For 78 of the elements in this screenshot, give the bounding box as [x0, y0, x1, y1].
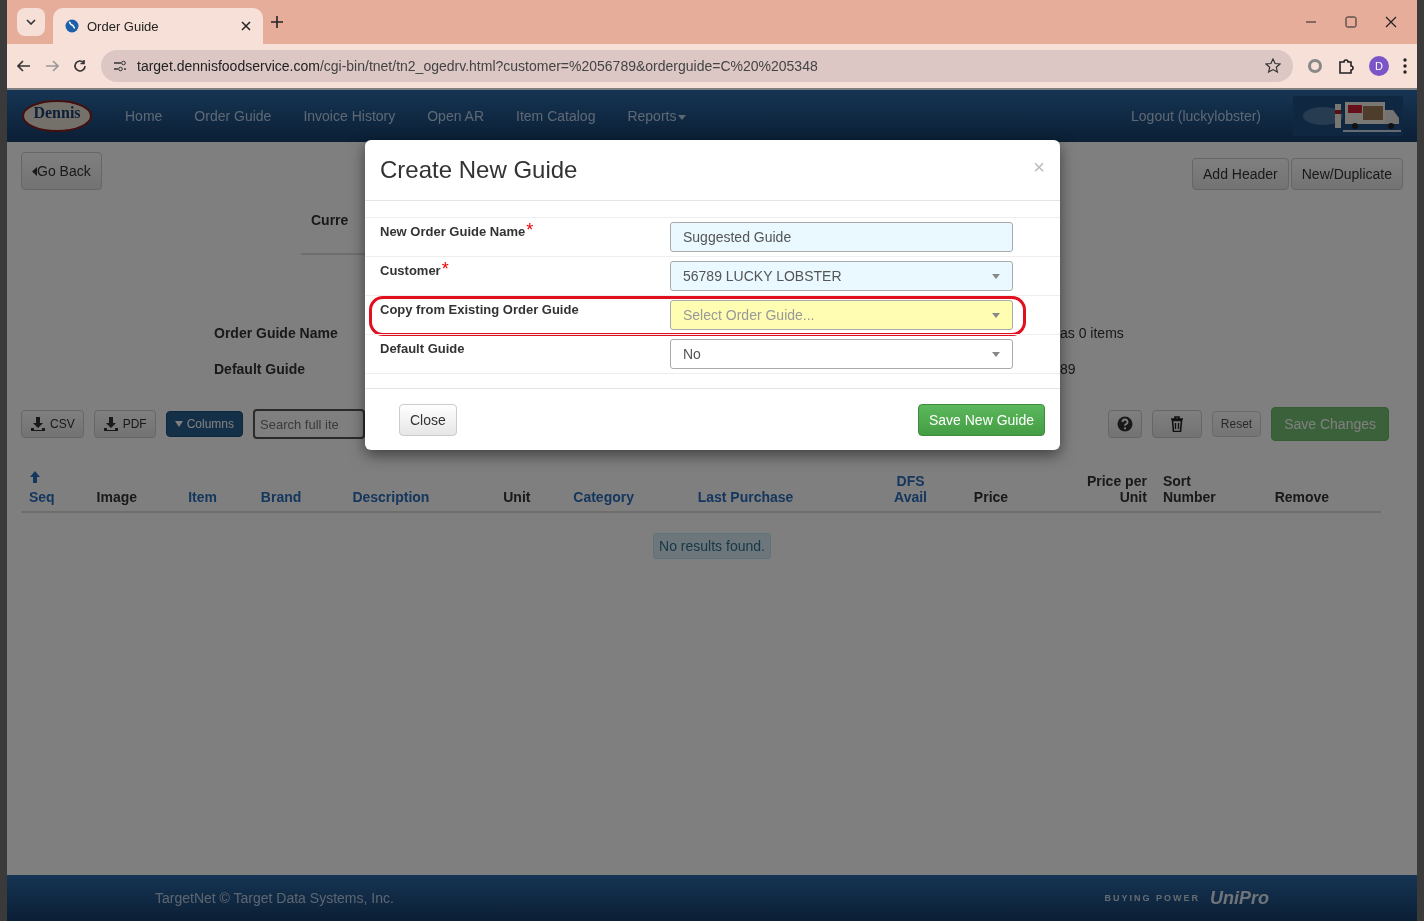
field-label: Default Guide — [380, 341, 465, 356]
new-tab-icon[interactable] — [271, 16, 283, 28]
caret-icon — [174, 421, 183, 427]
header-button[interactable]: Add Header — [1192, 158, 1289, 190]
partner-logo: UniPro — [1210, 887, 1269, 909]
required-mark: * — [526, 224, 534, 236]
maximize-icon[interactable] — [1345, 16, 1357, 28]
dennis-logo[interactable]: Dennis — [21, 99, 93, 133]
close-button[interactable]: × — [1033, 156, 1045, 179]
download-icon — [30, 416, 46, 432]
columns-button[interactable]: Columns — [165, 411, 244, 437]
trash-icon — [1168, 416, 1185, 432]
field-label: Order Guide Name — [214, 325, 339, 341]
column-header[interactable]: DFS Avail — [894, 473, 927, 505]
field-label: New Order Guide Name — [380, 224, 526, 239]
site-settings-icon — [113, 60, 127, 72]
column-header: Image — [96, 489, 138, 505]
column-header: Price — [973, 489, 1009, 505]
ring-icon[interactable] — [1307, 58, 1323, 74]
column-header[interactable]: Brand — [260, 489, 302, 505]
menu-icon[interactable] — [1403, 58, 1407, 74]
sort-arrow-icon — [29, 471, 41, 483]
text-field[interactable]: Suggested Guide — [670, 222, 1013, 252]
field-label: Copy from Existing Order Guide — [380, 302, 579, 317]
column-header[interactable]: Category — [573, 489, 634, 505]
dialog-title: Create New Guide — [380, 156, 578, 184]
search-field[interactable]: Search full ite — [253, 409, 366, 439]
caret-icon — [32, 167, 37, 176]
required-mark: * — [441, 263, 449, 275]
column-header[interactable]: Last Purchase — [697, 489, 794, 505]
empty-message: No results found. — [653, 533, 771, 559]
profile-avatar[interactable]: D — [1369, 56, 1389, 76]
caret-icon — [678, 114, 687, 120]
close-button[interactable]: Close — [399, 404, 457, 436]
tab-list-button[interactable] — [17, 8, 45, 36]
browser-tab[interactable]: Order Guide — [53, 8, 263, 44]
help-icon — [1116, 416, 1133, 432]
field-label: Curre — [311, 212, 349, 228]
field-label: Customer — [380, 263, 441, 278]
column-header[interactable]: Seq — [29, 471, 55, 505]
column-header: Price per Unit — [1086, 473, 1147, 505]
nav-link[interactable]: Item Catalog — [516, 108, 596, 124]
delete-button[interactable] — [1151, 410, 1202, 438]
close-icon[interactable] — [1385, 16, 1397, 28]
column-header[interactable]: Description — [352, 489, 430, 505]
globe-icon — [65, 19, 79, 33]
help-button[interactable] — [1107, 410, 1142, 438]
footer-copyright: TargetNet © Target Data Systems, Inc. — [155, 890, 394, 906]
info-text: 89 — [1060, 361, 1076, 377]
close-icon[interactable] — [241, 21, 251, 31]
download-icon — [102, 416, 119, 432]
nav-link[interactable]: Reports — [627, 108, 687, 124]
go-back-button[interactable]: Go Back — [21, 152, 102, 190]
puzzle-icon[interactable] — [1337, 57, 1355, 75]
select-field[interactable]: 56789 LUCKY LOBSTER — [670, 261, 1013, 291]
save-button[interactable]: Save New Guide — [917, 404, 1045, 436]
nav-link[interactable]: Open AR — [427, 108, 485, 124]
select-field[interactable]: No — [670, 339, 1013, 369]
export-button[interactable]: CSV — [21, 410, 84, 438]
logout-link[interactable]: Logout (luckylobster) — [1131, 108, 1261, 124]
reload-icon[interactable] — [73, 59, 87, 73]
nav-link[interactable]: Invoice History — [303, 108, 396, 124]
column-header: Remove — [1274, 489, 1330, 505]
chevron-icon — [26, 19, 36, 25]
column-header: Sort Number — [1162, 473, 1216, 505]
column-header[interactable]: Item — [188, 489, 217, 505]
nav-link[interactable]: Order Guide — [194, 108, 272, 124]
star-icon[interactable] — [1265, 58, 1281, 74]
address-bar[interactable]: target.dennisfoodservice.com/cgi-bin/tnet/tn2_ogedrv.html?customer=%2056789&orderguide=C%20%205348 — [101, 50, 1293, 82]
field-label: Default Guide — [214, 361, 306, 377]
header-button[interactable]: New/Duplicate — [1290, 158, 1403, 190]
column-header: Unit — [503, 489, 531, 505]
back-icon[interactable] — [17, 60, 31, 72]
info-text: as 0 items — [1060, 325, 1124, 341]
nav-link[interactable]: Home — [125, 108, 163, 124]
select-field[interactable]: Select Order Guide... — [670, 300, 1013, 330]
partner-tagline: BUYING POWER — [1104, 893, 1200, 903]
export-button[interactable]: PDF — [93, 410, 156, 438]
